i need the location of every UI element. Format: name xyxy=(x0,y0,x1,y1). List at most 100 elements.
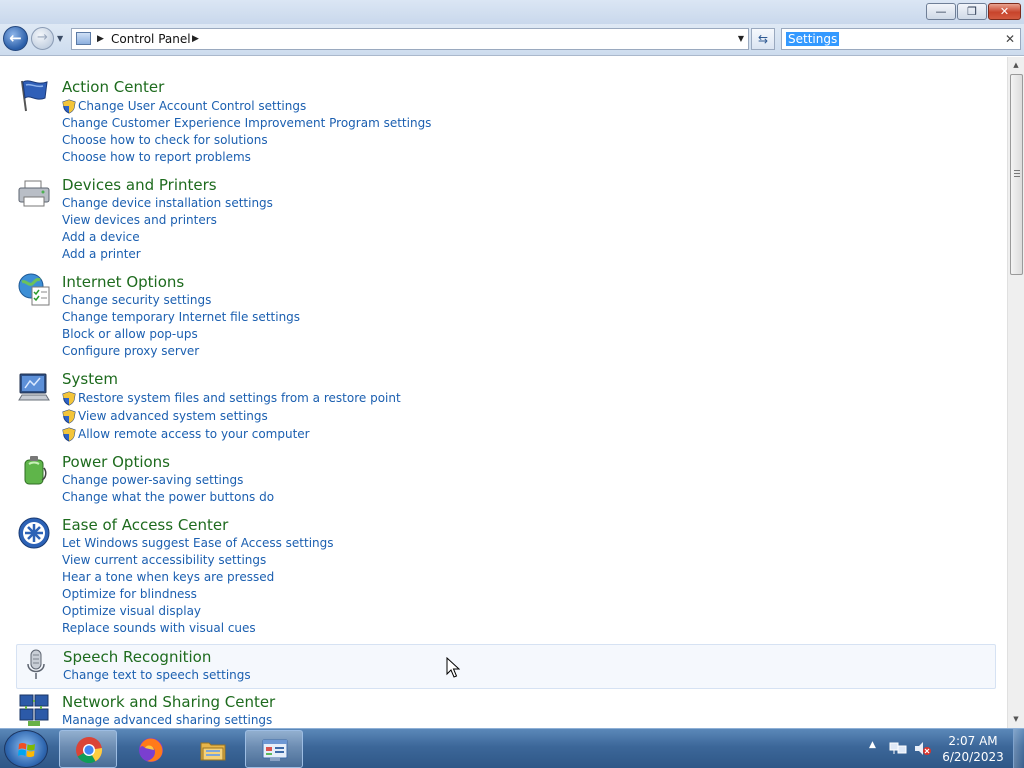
control-panel-icon xyxy=(262,739,288,761)
group-title[interactable]: Power Options xyxy=(62,452,170,472)
group-title[interactable]: System xyxy=(62,369,118,389)
address-history-dropdown[interactable]: ▼ xyxy=(738,31,744,47)
ease-of-access-icon xyxy=(18,517,50,549)
result-group-speech-recognition[interactable]: Speech Recognition Change text to speech… xyxy=(16,644,996,689)
back-button[interactable]: ← xyxy=(3,26,28,51)
start-button[interactable] xyxy=(4,730,48,768)
link-replace-sounds[interactable]: Replace sounds with visual cues xyxy=(62,620,334,637)
link-label[interactable]: Change User Account Control settings xyxy=(78,98,306,115)
link-label[interactable]: Change temporary Internet file settings xyxy=(62,309,300,326)
link-label[interactable]: Add a printer xyxy=(62,246,141,263)
result-group-action-center: Action Center Change User Account Contro… xyxy=(16,77,996,167)
uac-shield-icon xyxy=(62,390,76,406)
maximize-button[interactable]: ❐ xyxy=(957,3,987,20)
breadcrumb-control-panel[interactable]: Control Panel xyxy=(111,29,191,49)
link-label[interactable]: Change what the power buttons do xyxy=(62,489,274,506)
link-advanced-system-settings[interactable]: View advanced system settings xyxy=(62,407,401,425)
scroll-up-button[interactable]: ▲ xyxy=(1008,57,1024,74)
refresh-button[interactable]: ⇆ xyxy=(751,28,775,50)
address-bar[interactable]: ▶ Control Panel ▶ ▼ xyxy=(71,28,749,50)
vertical-scrollbar[interactable]: ▲ ▼ xyxy=(1007,57,1024,728)
link-label[interactable]: Choose how to report problems xyxy=(62,149,251,166)
link-label[interactable]: Change Customer Experience Improvement P… xyxy=(62,115,431,132)
uac-shield-icon xyxy=(62,98,76,114)
result-group-ease-of-access: Ease of Access Center Let Windows sugges… xyxy=(16,515,996,639)
link-label[interactable]: Choose how to check for solutions xyxy=(62,132,268,149)
link-block-popups[interactable]: Block or allow pop-ups xyxy=(62,326,300,343)
link-check-for-solutions[interactable]: Choose how to check for solutions xyxy=(62,132,431,149)
file-explorer-icon xyxy=(200,742,226,761)
link-power-buttons[interactable]: Change what the power buttons do xyxy=(62,489,274,506)
link-label[interactable]: Restore system files and settings from a… xyxy=(78,390,401,407)
forward-button[interactable]: → xyxy=(31,27,54,50)
link-remote-access[interactable]: Allow remote access to your computer xyxy=(62,425,401,443)
group-title[interactable]: Internet Options xyxy=(62,272,184,292)
system-clock[interactable]: 2:07 AM 6/20/2023 xyxy=(940,733,1006,765)
link-configure-proxy[interactable]: Configure proxy server xyxy=(62,343,300,360)
link-view-devices-and-printers[interactable]: View devices and printers xyxy=(62,212,273,229)
link-temporary-internet-files[interactable]: Change temporary Internet file settings xyxy=(62,309,300,326)
minimize-button[interactable]: — xyxy=(926,3,956,20)
link-label[interactable]: Optimize visual display xyxy=(62,603,201,620)
group-title[interactable]: Action Center xyxy=(62,77,164,97)
group-title[interactable]: Speech Recognition xyxy=(63,647,211,667)
taskbar-chrome[interactable] xyxy=(59,730,117,768)
network-status-icon[interactable] xyxy=(889,741,907,756)
link-view-accessibility-settings[interactable]: View current accessibility settings xyxy=(62,552,334,569)
close-button[interactable]: ✕ xyxy=(988,3,1021,20)
taskbar-firefox[interactable] xyxy=(121,730,179,768)
scroll-down-button[interactable]: ▼ xyxy=(1008,711,1024,728)
link-add-a-device[interactable]: Add a device xyxy=(62,229,273,246)
link-label[interactable]: Optimize for blindness xyxy=(62,586,197,603)
link-label[interactable]: View devices and printers xyxy=(62,212,217,229)
group-title[interactable]: Devices and Printers xyxy=(62,175,217,195)
link-hear-tone-keys[interactable]: Hear a tone when keys are pressed xyxy=(62,569,334,586)
scroll-thumb[interactable] xyxy=(1010,74,1023,275)
chrome-icon xyxy=(76,737,103,764)
link-label[interactable]: Change text to speech settings xyxy=(63,667,251,684)
link-power-saving-settings[interactable]: Change power-saving settings xyxy=(62,472,274,489)
search-input[interactable]: Settings ✕ xyxy=(781,28,1021,50)
link-label[interactable]: Hear a tone when keys are pressed xyxy=(62,569,274,586)
link-report-problems[interactable]: Choose how to report problems xyxy=(62,149,431,166)
link-change-uac-settings[interactable]: Change User Account Control settings xyxy=(62,97,431,115)
link-label[interactable]: Allow remote access to your computer xyxy=(78,426,310,443)
taskbar-control-panel[interactable] xyxy=(245,730,303,768)
link-suggest-ease-of-access[interactable]: Let Windows suggest Ease of Access setti… xyxy=(62,535,334,552)
search-input-value[interactable]: Settings xyxy=(786,32,840,46)
link-optimize-blindness[interactable]: Optimize for blindness xyxy=(62,586,334,603)
link-label[interactable]: Configure proxy server xyxy=(62,343,199,360)
uac-shield-icon xyxy=(62,408,76,424)
link-label[interactable]: View current accessibility settings xyxy=(62,552,266,569)
group-title[interactable]: Network and Sharing Center xyxy=(62,692,275,712)
breadcrumb-chevron-icon[interactable]: ▶ xyxy=(97,31,104,47)
link-label[interactable]: Replace sounds with visual cues xyxy=(62,620,256,637)
breadcrumb-chevron-icon[interactable]: ▶ xyxy=(192,31,199,47)
group-title[interactable]: Ease of Access Center xyxy=(62,515,228,535)
link-add-a-printer[interactable]: Add a printer xyxy=(62,246,273,263)
link-label[interactable]: Manage advanced sharing settings xyxy=(62,712,272,728)
link-text-to-speech-settings[interactable]: Change text to speech settings xyxy=(63,667,251,684)
link-advanced-sharing-settings[interactable]: Manage advanced sharing settings xyxy=(62,712,272,728)
taskbar-file-explorer[interactable] xyxy=(183,730,241,768)
link-label[interactable]: Change device installation settings xyxy=(62,195,273,212)
link-label[interactable]: View advanced system settings xyxy=(78,408,268,425)
link-security-settings[interactable]: Change security settings xyxy=(62,292,300,309)
link-label[interactable]: Add a device xyxy=(62,229,140,246)
link-label[interactable]: Block or allow pop-ups xyxy=(62,326,198,343)
recent-pages-dropdown[interactable]: ▼ xyxy=(57,34,63,43)
link-device-installation-settings[interactable]: Change device installation settings xyxy=(62,195,273,212)
link-label[interactable]: Let Windows suggest Ease of Access setti… xyxy=(62,535,334,552)
show-desktop-button[interactable] xyxy=(1013,729,1024,768)
result-group-devices-and-printers: Devices and Printers Change device insta… xyxy=(16,175,996,265)
link-customer-experience-settings[interactable]: Change Customer Experience Improvement P… xyxy=(62,115,431,132)
clear-search-button[interactable]: ✕ xyxy=(1005,29,1015,49)
link-label[interactable]: Change security settings xyxy=(62,292,211,309)
show-hidden-icons-button[interactable]: ▲ xyxy=(869,740,876,750)
flag-icon xyxy=(21,80,48,112)
battery-icon xyxy=(24,456,47,485)
link-optimize-visual-display[interactable]: Optimize visual display xyxy=(62,603,334,620)
link-system-restore[interactable]: Restore system files and settings from a… xyxy=(62,389,401,407)
link-label[interactable]: Change power-saving settings xyxy=(62,472,243,489)
volume-muted-icon[interactable] xyxy=(914,741,932,756)
